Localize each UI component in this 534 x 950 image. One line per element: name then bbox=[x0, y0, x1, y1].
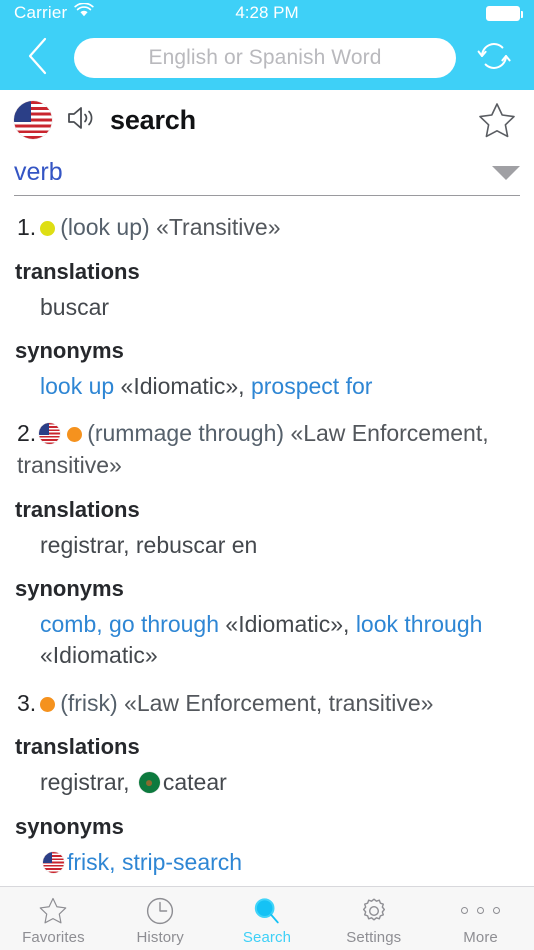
sense-number: 1. bbox=[17, 214, 37, 240]
tab-more[interactable]: More bbox=[427, 887, 534, 950]
translations-label: translations bbox=[15, 496, 140, 522]
star-outline-icon bbox=[38, 896, 68, 926]
chevron-left-icon bbox=[26, 36, 50, 81]
synonym-link[interactable]: prospect for bbox=[251, 373, 372, 399]
tab-search[interactable]: Search bbox=[214, 887, 321, 950]
translations-value: registrar, rebuscar en bbox=[40, 531, 258, 558]
sense-entry: 2. (rummage through) «Law Enforcement, tr… bbox=[14, 418, 520, 481]
status-bar-left: Carrier bbox=[14, 2, 95, 23]
synonym-register: «Idiomatic», bbox=[219, 611, 356, 637]
synonym-register: «Idiomatic» bbox=[40, 642, 158, 669]
frequency-dot-icon bbox=[40, 221, 56, 236]
sense-number: 2. bbox=[17, 420, 37, 447]
translation-text: catear bbox=[162, 769, 227, 796]
synonyms-value[interactable]: frisk, strip-search bbox=[40, 847, 520, 878]
speaker-icon bbox=[68, 106, 93, 129]
translations-label: translations bbox=[15, 258, 140, 284]
synonyms-label: synonyms bbox=[15, 813, 124, 839]
sense-register: «Law Enforcement, transitive» bbox=[124, 689, 434, 716]
synonyms-value[interactable]: look up «Idiomatic», prospect for bbox=[40, 371, 520, 402]
tab-label: History bbox=[136, 928, 184, 946]
synonym-link[interactable]: look up bbox=[40, 373, 114, 399]
app-screen: Carrier 4:28 PM English or Spanish Word … bbox=[0, 0, 534, 950]
page-title: search bbox=[110, 104, 196, 135]
tab-label: Search bbox=[242, 928, 292, 946]
tab-label: Favorites bbox=[22, 928, 85, 946]
tab-label: Settings bbox=[346, 928, 402, 946]
sense-entry: 1. (look up) «Transitive» bbox=[14, 212, 520, 244]
sense-number: 3. bbox=[17, 689, 37, 716]
tab-favorites[interactable]: Favorites bbox=[0, 887, 107, 950]
us-flag-icon bbox=[14, 101, 52, 139]
synonym-register: «Idiomatic», bbox=[114, 373, 251, 399]
translation-text: registrar, bbox=[40, 769, 136, 796]
frequency-dot-icon bbox=[67, 427, 83, 443]
definitions-list[interactable]: 1. (look up) «Transitive» translations bu… bbox=[0, 196, 534, 886]
mx-flag-icon bbox=[138, 772, 160, 794]
ellipsis-icon bbox=[461, 896, 501, 926]
search-placeholder: English or Spanish Word bbox=[148, 46, 382, 69]
synonyms-value[interactable]: comb, go through «Idiomatic», look throu… bbox=[40, 609, 520, 672]
frequency-dot-icon bbox=[40, 696, 56, 712]
status-bar: Carrier 4:28 PM bbox=[0, 0, 534, 26]
carrier-label: Carrier bbox=[14, 3, 68, 22]
synonyms-label: synonyms bbox=[15, 576, 124, 601]
tab-label: More bbox=[463, 928, 498, 946]
chevron-down-icon bbox=[492, 165, 520, 180]
synonym-link[interactable]: look through bbox=[356, 611, 483, 637]
sense-gloss: (rummage through) bbox=[87, 420, 285, 447]
sense-gloss: (look up) bbox=[60, 214, 150, 240]
part-of-speech-label: verb bbox=[14, 158, 63, 186]
star-outline-icon bbox=[479, 103, 515, 138]
status-bar-right bbox=[486, 5, 523, 21]
battery-full-icon bbox=[486, 5, 523, 21]
word-header: search bbox=[0, 90, 534, 150]
tab-bar: Favorites History Search Settings More bbox=[0, 886, 534, 950]
translations-value: registrar, catear bbox=[40, 767, 520, 798]
sense-gloss: (frisk) bbox=[60, 689, 118, 716]
us-flag-icon bbox=[43, 851, 64, 873]
gear-icon bbox=[359, 896, 389, 926]
synonyms-label: synonyms bbox=[15, 338, 124, 363]
translations-value: buscar bbox=[40, 293, 110, 320]
back-button[interactable] bbox=[16, 36, 60, 80]
translations-label: translations bbox=[15, 734, 140, 760]
wifi-icon bbox=[74, 2, 95, 23]
tab-history[interactable]: History bbox=[107, 887, 214, 950]
search-input[interactable]: English or Spanish Word bbox=[74, 38, 456, 78]
magnifier-icon bbox=[252, 896, 282, 926]
sense-register: «Transitive» bbox=[156, 214, 281, 240]
navigation-bar: English or Spanish Word bbox=[0, 26, 534, 90]
sense-entry: 3. (frisk) «Law Enforcement, transitive» bbox=[14, 688, 520, 720]
clock-icon bbox=[145, 896, 175, 926]
swap-languages-icon bbox=[473, 35, 515, 82]
favorite-button[interactable] bbox=[474, 97, 520, 143]
us-flag-icon bbox=[39, 423, 61, 445]
swap-languages-button[interactable] bbox=[470, 34, 518, 82]
part-of-speech-selector[interactable]: verb bbox=[14, 150, 520, 196]
synonym-link[interactable]: frisk, strip-search bbox=[67, 849, 242, 875]
synonym-link[interactable]: comb, go through bbox=[40, 611, 219, 637]
tab-settings[interactable]: Settings bbox=[320, 887, 427, 950]
audio-pronounce-button[interactable] bbox=[65, 103, 97, 138]
